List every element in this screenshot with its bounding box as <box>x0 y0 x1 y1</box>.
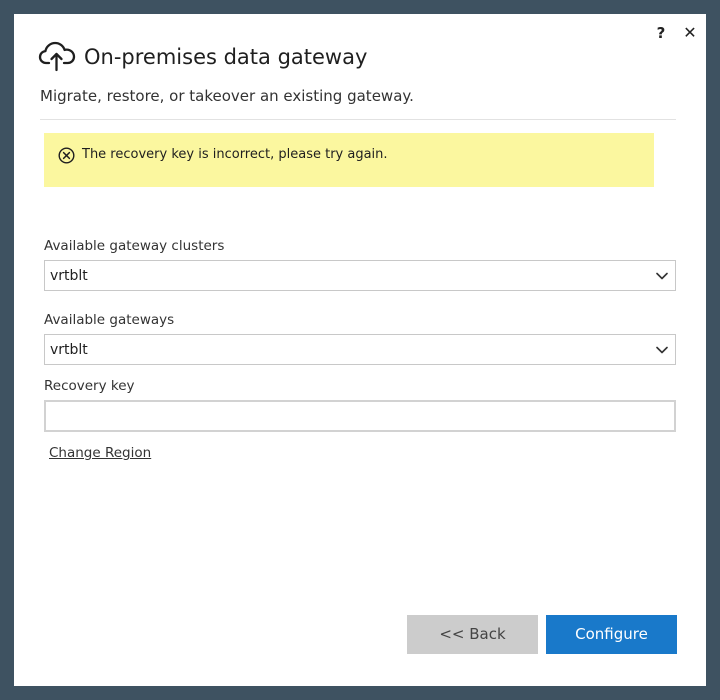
recovery-key-input[interactable] <box>44 400 676 432</box>
chevron-down-icon <box>656 272 668 280</box>
gateway-clusters-label: Available gateway clusters <box>44 238 225 254</box>
dialog-title: On-premises data gateway <box>84 45 368 69</box>
gateway-clusters-dropdown[interactable]: vrtblt <box>44 260 676 291</box>
help-button[interactable]: ? <box>652 22 670 44</box>
recovery-key-label: Recovery key <box>44 378 135 394</box>
gateways-label: Available gateways <box>44 312 175 328</box>
gateway-dialog: ? ✕ On-premises data gateway Migrate, re… <box>14 14 706 686</box>
configure-button[interactable]: Configure <box>546 615 677 654</box>
back-button[interactable]: << Back <box>407 615 538 654</box>
header-divider <box>40 119 676 120</box>
gateway-clusters-value: vrtblt <box>50 268 88 284</box>
gateways-dropdown[interactable]: vrtblt <box>44 334 676 365</box>
chevron-down-icon <box>656 346 668 354</box>
error-message: The recovery key is incorrect, please tr… <box>82 147 388 162</box>
error-circle-x-icon <box>58 147 75 164</box>
cloud-upload-icon <box>38 41 76 72</box>
change-region-link[interactable]: Change Region <box>49 445 151 461</box>
dialog-subtitle: Migrate, restore, or takeover an existin… <box>40 87 414 105</box>
error-banner: The recovery key is incorrect, please tr… <box>44 133 654 187</box>
gateways-value: vrtblt <box>50 342 88 358</box>
close-button[interactable]: ✕ <box>680 22 700 44</box>
